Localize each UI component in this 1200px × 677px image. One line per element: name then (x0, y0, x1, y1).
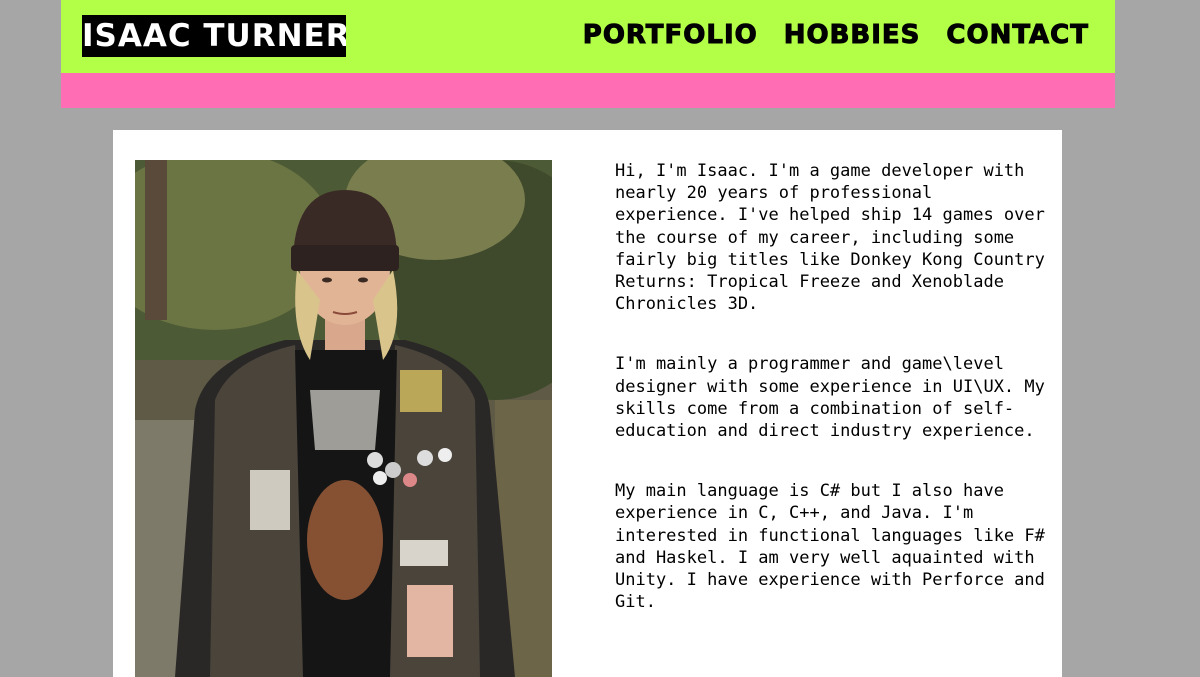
accent-bar (61, 73, 1115, 108)
content-card: Hi, I'm Isaac. I'm a game developer with… (113, 130, 1062, 677)
site-logo[interactable]: ISAAC TURNER (82, 15, 346, 57)
site-header: ISAAC TURNER PORTFOLIO HOBBIES CONTACT (61, 0, 1115, 73)
nav-link-hobbies[interactable]: HOBBIES (783, 19, 921, 51)
portrait-photo (135, 160, 552, 677)
main-nav: PORTFOLIO HOBBIES CONTACT (582, 19, 1089, 51)
nav-link-portfolio[interactable]: PORTFOLIO (582, 19, 758, 51)
nav-link-contact[interactable]: CONTACT (946, 19, 1089, 51)
page: ISAAC TURNER PORTFOLIO HOBBIES CONTACT H… (61, 0, 1115, 677)
bio-paragraph-intro: Hi, I'm Isaac. I'm a game developer with… (615, 161, 1045, 315)
bio-text: Hi, I'm Isaac. I'm a game developer with… (615, 160, 1055, 651)
bio-paragraph-skills: I'm mainly a programmer and game\level d… (615, 354, 1045, 442)
bio-paragraph-languages: My main language is C# but I also have e… (615, 481, 1045, 613)
